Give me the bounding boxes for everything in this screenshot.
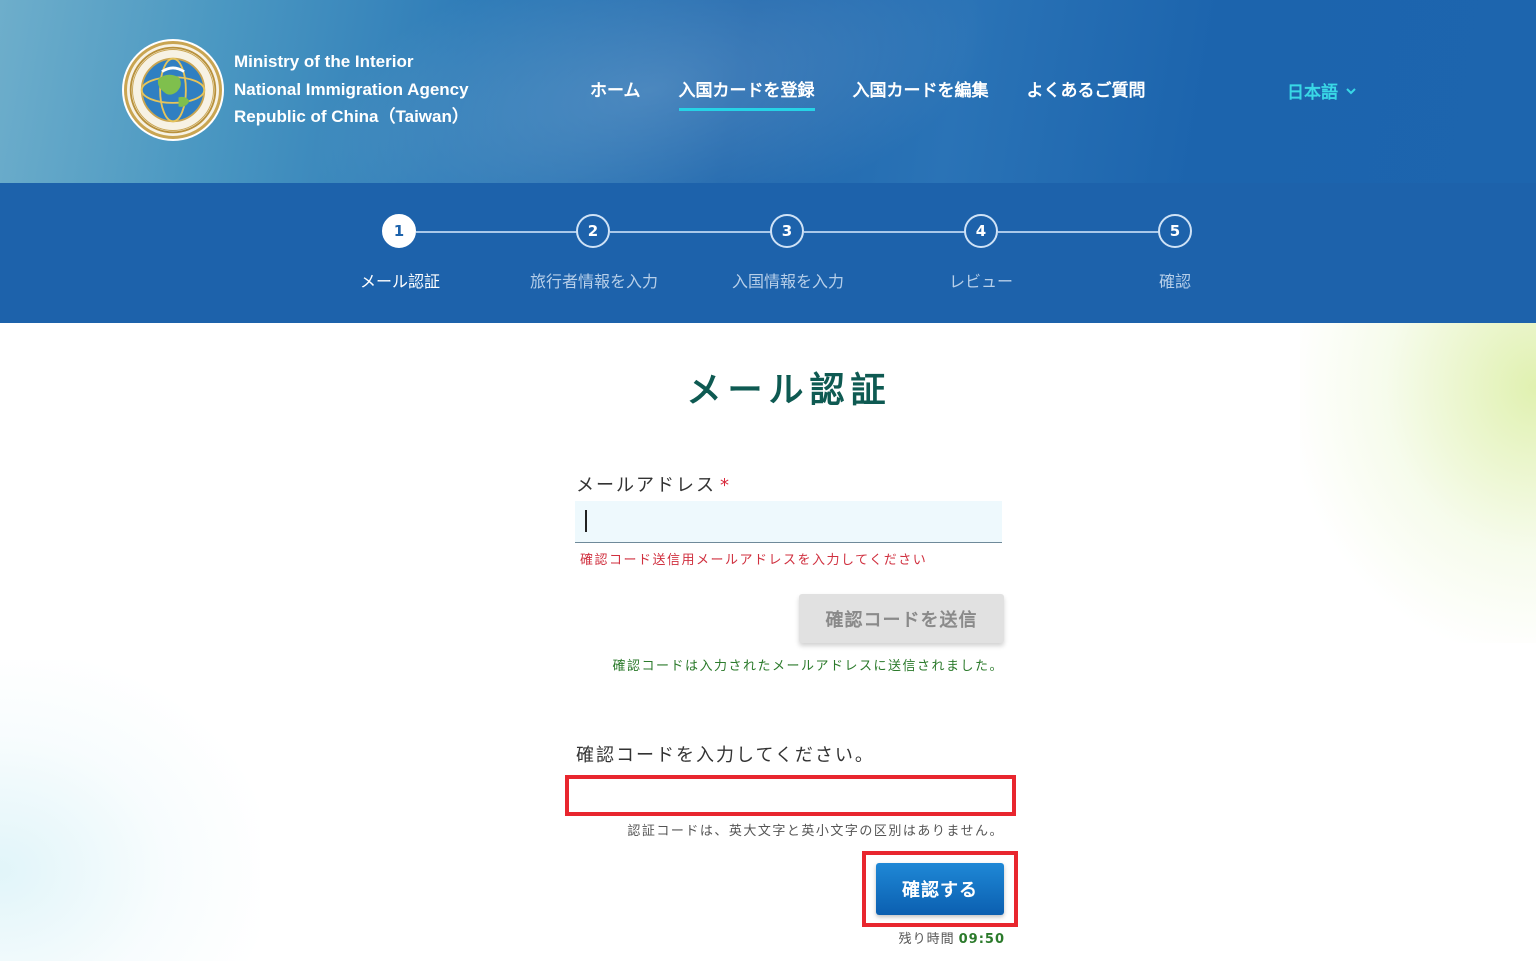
site-header: Ministry of the Interior National Immigr… [0, 0, 1536, 183]
timer-value: 09:50 [958, 932, 1005, 947]
step-connector [804, 231, 965, 233]
language-label: 日本語 [1287, 83, 1338, 103]
agency-name: Ministry of the Interior National Immigr… [234, 48, 469, 131]
step-4-label: レビュー [948, 272, 1014, 291]
step-5-circle: 5 [1158, 214, 1192, 248]
page-title: メール認証 [686, 371, 892, 411]
email-label: メールアドレス * [576, 471, 731, 497]
step-connector [416, 231, 577, 233]
timer-label: 残り時間 [898, 932, 955, 947]
agency-line-1: Ministry of the Interior [234, 52, 414, 71]
remaining-time: 残り時間 09:50 [899, 928, 1005, 947]
case-insensitive-hint: 認証コードは、英大文字と英小文字の区別はありません。 [627, 824, 1004, 839]
agency-line-3: Republic of China（Taiwan） [234, 107, 469, 126]
step-connector [610, 231, 771, 233]
code-label: 確認コードを入力してください。 [576, 745, 875, 766]
step-connector [998, 231, 1159, 233]
step-3-label: 入国情報を入力 [731, 272, 845, 291]
step-1-circle: 1 [382, 214, 416, 248]
step-1-label: メール認証 [359, 272, 441, 291]
agency-line-2: National Immigration Agency [234, 79, 469, 99]
step-2-label: 旅行者情報を入力 [529, 272, 659, 291]
send-code-button[interactable]: 確認コードを送信 [799, 594, 1004, 643]
agency-logo[interactable] [124, 41, 222, 139]
verification-code-input[interactable] [565, 775, 1016, 816]
nav-register-card[interactable]: 入国カードを登録 [678, 76, 815, 111]
email-error-message: 確認コード送信用メールアドレスを入力してください [580, 553, 928, 568]
nav-edit-card[interactable]: 入国カードを編集 [853, 76, 989, 111]
required-mark: * [720, 475, 731, 496]
text-cursor [585, 510, 587, 532]
code-sent-message: 確認コードは入力されたメールアドレスに送信されました。 [612, 659, 1004, 674]
nav-home[interactable]: ホーム [590, 76, 641, 111]
confirm-button[interactable]: 確認する [876, 863, 1004, 915]
globe-seal-icon [129, 46, 217, 134]
email-input[interactable] [575, 501, 1002, 543]
step-5-label: 確認 [1158, 272, 1192, 291]
step-3-circle: 3 [770, 214, 804, 248]
email-label-text: メールアドレス [576, 475, 716, 496]
progress-stepper [0, 183, 1536, 323]
main-nav: ホーム 入国カードを登録 入国カードを編集 よくあるご質問 [590, 76, 1146, 111]
language-selector[interactable]: 日本語 [1287, 78, 1356, 103]
background-glow [0, 660, 260, 961]
chevron-down-icon [1346, 87, 1356, 94]
step-2-circle: 2 [576, 214, 610, 248]
nav-faq[interactable]: よくあるご質問 [1027, 76, 1146, 111]
step-4-circle: 4 [964, 214, 998, 248]
